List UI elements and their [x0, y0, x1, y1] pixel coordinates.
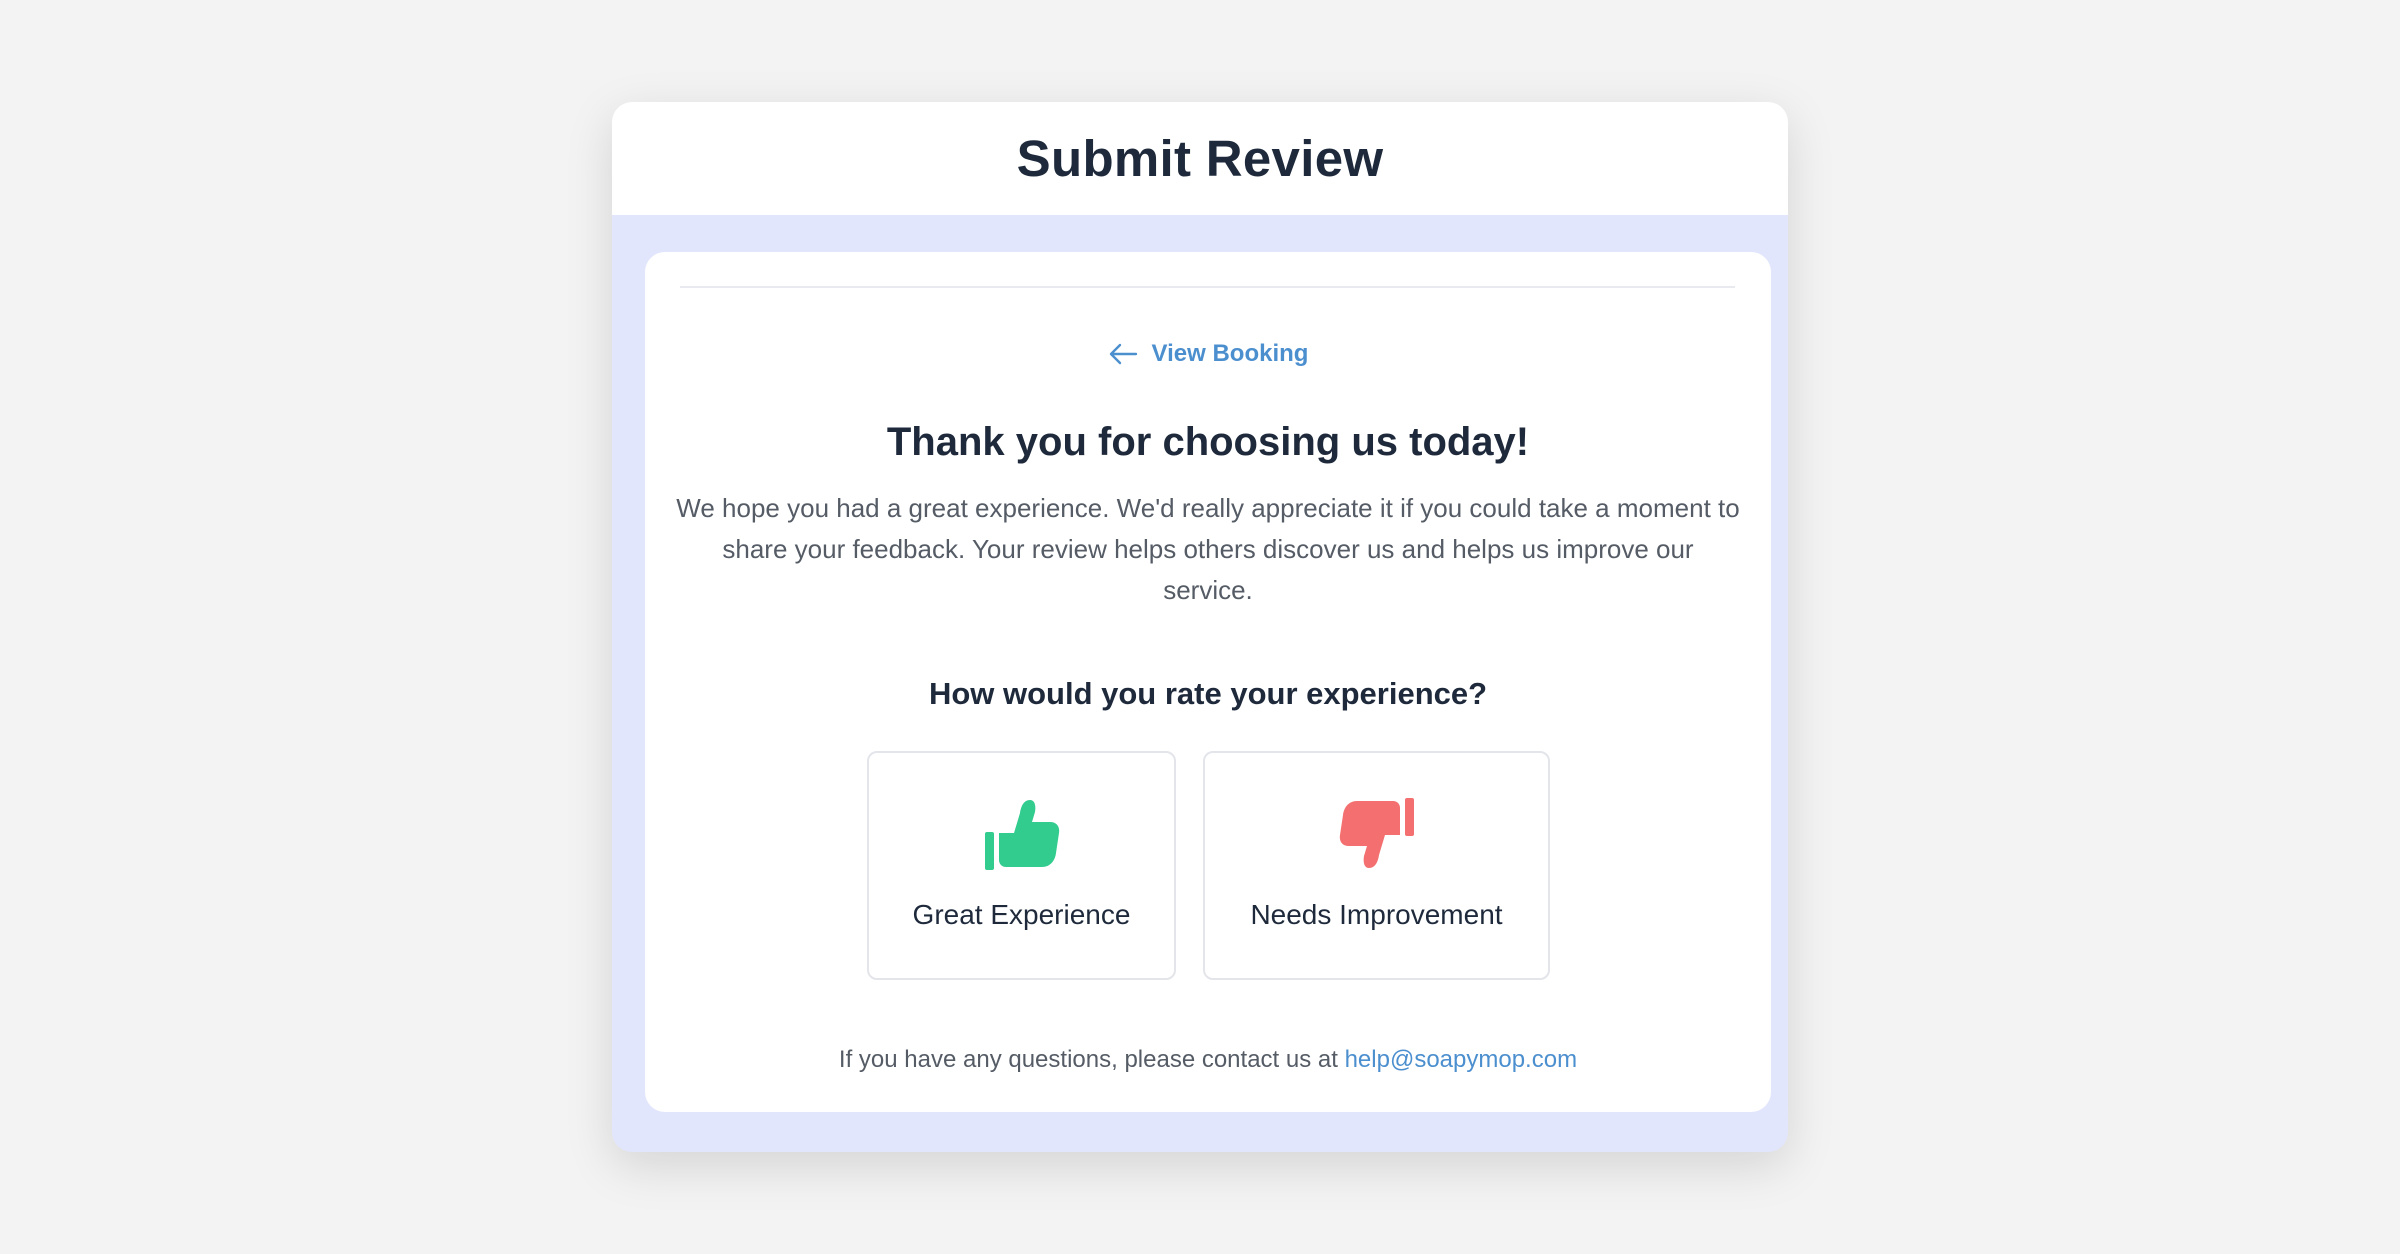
intro-paragraph: We hope you had a great experience. We'd…: [676, 493, 1740, 605]
window-header: Submit Review: [612, 102, 1788, 215]
needs-improvement-label: Needs Improvement: [1250, 899, 1503, 930]
thank-you-heading: Thank you for choosing us today!: [886, 420, 1530, 464]
arrow-left-icon: [1108, 343, 1138, 365]
review-card: View Booking Thank you for choosing us t…: [645, 252, 1771, 1112]
needs-improvement-button[interactable]: Needs Improvement: [1203, 751, 1550, 980]
divider: [680, 286, 1735, 288]
contact-note: If you have any questions, please contac…: [645, 1046, 1771, 1074]
thumbs-down-icon: [1205, 797, 1548, 871]
great-experience-button[interactable]: Great Experience: [867, 751, 1176, 980]
view-booking-label: View Booking: [1151, 340, 1309, 367]
support-email-link[interactable]: help@soapymop.com: [1345, 1046, 1577, 1073]
contact-note-text: If you have any questions, please contac…: [838, 1046, 1338, 1073]
review-window: Submit Review View Booking Thank you for…: [612, 102, 1788, 1152]
page-title: Submit Review: [1016, 130, 1384, 187]
rating-question: How would you rate your experience?: [928, 676, 1488, 711]
thumbs-up-icon: [869, 797, 1174, 871]
view-booking-link[interactable]: View Booking: [645, 340, 1771, 368]
great-experience-label: Great Experience: [912, 899, 1131, 930]
